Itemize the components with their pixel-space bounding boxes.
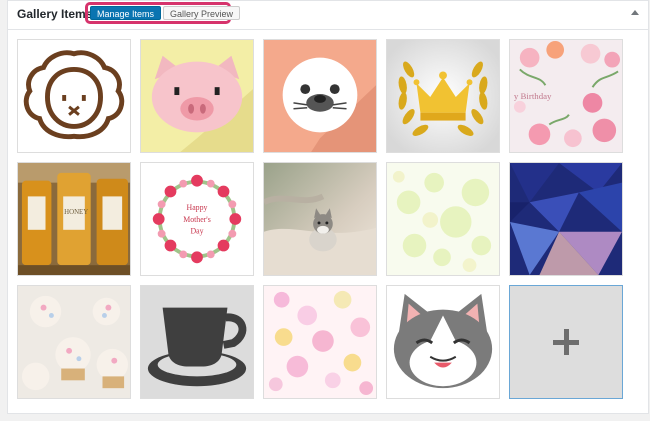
tab-manage-items[interactable]: Manage Items (90, 6, 162, 20)
pink-bokeh-image[interactable] (263, 285, 377, 399)
tab-gallery-preview[interactable]: Gallery Preview (163, 6, 241, 20)
mothers-day-wreath-image[interactable]: Happy Mother's Day (140, 162, 254, 276)
cupcakes-image[interactable] (17, 285, 131, 399)
honey-jars-image[interactable]: HONEY (17, 162, 131, 276)
view-tabs: Manage Items Gallery Preview (85, 2, 241, 24)
add-item-button[interactable] (509, 285, 623, 399)
gray-cat-image[interactable] (386, 285, 500, 399)
honey-label-text: HONEY (64, 209, 88, 216)
mothers-day-line3: Day (190, 227, 203, 236)
seal-image[interactable] (263, 39, 377, 153)
green-bokeh-image[interactable] (386, 162, 500, 276)
pig-image[interactable] (140, 39, 254, 153)
triangle-up-icon[interactable] (631, 10, 639, 15)
mothers-day-line2: Mother's (183, 215, 211, 224)
kitten-on-blanket-image[interactable] (263, 162, 377, 276)
gallery-items-panel: Gallery Items Manage Items Gallery Previ… (7, 0, 649, 414)
gallery-grid: y Birthday HONEY Happy Mother's Day (17, 39, 623, 399)
crown-laurel-image[interactable] (386, 39, 500, 153)
panel-title: Gallery Items (17, 7, 93, 21)
panel-header: Gallery Items Manage Items Gallery Previ… (8, 1, 648, 30)
birthday-flowers-image[interactable]: y Birthday (509, 39, 623, 153)
birthday-text: y Birthday (514, 91, 552, 101)
coffee-cup-image[interactable] (140, 285, 254, 399)
plus-icon (553, 329, 579, 355)
sheep-face-image[interactable] (17, 39, 131, 153)
blue-polygon-image[interactable] (509, 162, 623, 276)
mothers-day-line1: Happy (187, 203, 208, 212)
